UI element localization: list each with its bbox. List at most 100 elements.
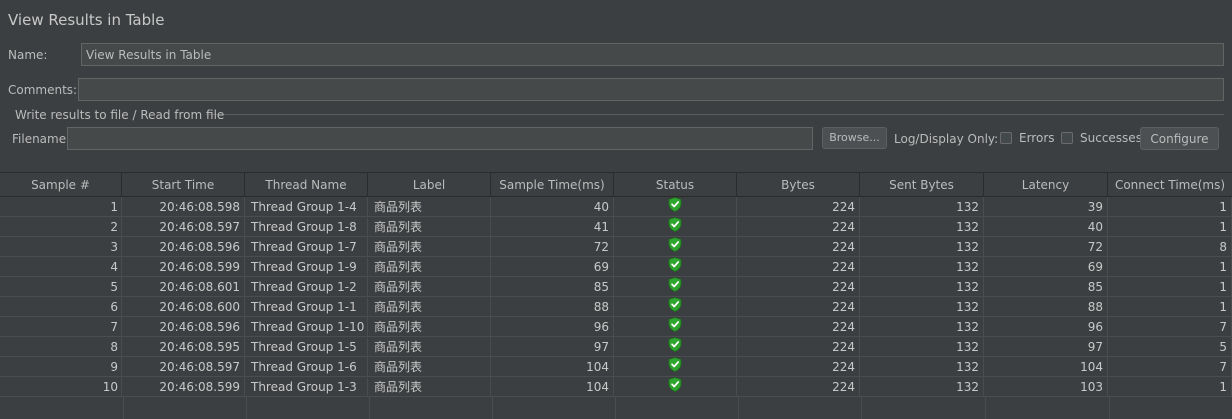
col-header-start-time[interactable]: Start Time	[122, 173, 245, 197]
shield-check-icon	[668, 217, 682, 237]
grid-line	[369, 397, 370, 419]
table-row[interactable]: 4 20:46:08.599 Thread Group 1-9 商品列表 69 224 13…	[0, 257, 1232, 277]
cell-start-time: 20:46:08.600	[122, 297, 245, 317]
cell-label: 商品列表	[368, 357, 491, 377]
cell-thread-name: Thread Group 1-1	[245, 297, 368, 317]
col-header-latency[interactable]: Latency	[984, 173, 1108, 197]
cell-label: 商品列表	[368, 237, 491, 257]
cell-label: 商品列表	[368, 257, 491, 277]
successes-checkbox[interactable]	[1061, 132, 1073, 144]
table-row[interactable]: 5 20:46:08.601 Thread Group 1-2 商品列表 85 224 13…	[0, 277, 1232, 297]
col-header-thread-name[interactable]: Thread Name	[245, 173, 368, 197]
cell-bytes: 224	[737, 277, 860, 297]
col-header-sample[interactable]: Sample #	[0, 173, 122, 197]
shield-check-icon	[668, 357, 682, 377]
cell-status	[614, 297, 737, 317]
browse-button[interactable]: Browse...	[822, 127, 887, 149]
cell-status	[614, 357, 737, 377]
filename-label: Filename	[12, 132, 67, 146]
cell-thread-name: Thread Group 1-5	[245, 337, 368, 357]
cell-latency: 97	[984, 337, 1108, 357]
cell-connect-time: 1	[1108, 277, 1232, 297]
cell-thread-name: Thread Group 1-2	[245, 277, 368, 297]
cell-bytes: 224	[737, 317, 860, 337]
cell-latency: 103	[984, 377, 1108, 397]
cell-connect-time: 8	[1108, 237, 1232, 257]
cell-sample: 6	[0, 297, 122, 317]
cell-connect-time: 1	[1108, 297, 1232, 317]
filename-field[interactable]	[67, 127, 813, 150]
grid-line	[985, 397, 986, 419]
cell-sent-bytes: 132	[860, 257, 984, 277]
cell-latency: 96	[984, 317, 1108, 337]
configure-button[interactable]: Configure	[1140, 127, 1219, 150]
comments-field[interactable]	[78, 78, 1224, 101]
shield-check-icon	[668, 237, 682, 257]
cell-thread-name: Thread Group 1-8	[245, 217, 368, 237]
cell-status	[614, 237, 737, 257]
cell-status	[614, 377, 737, 397]
cell-sample-time: 88	[491, 297, 614, 317]
shield-check-icon	[668, 337, 682, 357]
shield-check-icon	[668, 297, 682, 317]
table-row[interactable]: 8 20:46:08.595 Thread Group 1-5 商品列表 97 224 13…	[0, 337, 1232, 357]
cell-sent-bytes: 132	[860, 297, 984, 317]
results-table-body: 1 20:46:08.598 Thread Group 1-4 商品列表 40 224 13…	[0, 197, 1232, 419]
cell-sample: 3	[0, 237, 122, 257]
col-header-status[interactable]: Status	[614, 173, 737, 197]
shield-check-icon	[668, 277, 682, 297]
cell-sample-time: 104	[491, 357, 614, 377]
col-header-bytes[interactable]: Bytes	[737, 173, 860, 197]
grid-line	[123, 397, 124, 419]
table-row[interactable]: 3 20:46:08.596 Thread Group 1-7 商品列表 72 224 13…	[0, 237, 1232, 257]
cell-sent-bytes: 132	[860, 197, 984, 217]
cell-sample: 9	[0, 357, 122, 377]
table-row[interactable]: 2 20:46:08.597 Thread Group 1-8 商品列表 41 224 13…	[0, 217, 1232, 237]
table-row[interactable]: 7 20:46:08.596 Thread Group 1-10 商品列表 96 224 1…	[0, 317, 1232, 337]
cell-sample-time: 104	[491, 377, 614, 397]
cell-start-time: 20:46:08.597	[122, 357, 245, 377]
cell-latency: 40	[984, 217, 1108, 237]
cell-status	[614, 337, 737, 357]
cell-start-time: 20:46:08.598	[122, 197, 245, 217]
cell-bytes: 224	[737, 297, 860, 317]
panel-title: View Results in Table	[8, 11, 165, 29]
col-header-sample-time[interactable]: Sample Time(ms)	[491, 173, 614, 197]
table-row[interactable]: 1 20:46:08.598 Thread Group 1-4 商品列表 40 224 13…	[0, 197, 1232, 217]
cell-sample-time: 85	[491, 277, 614, 297]
results-table-header: Sample # Start Time Thread Name Label Sa…	[0, 172, 1232, 197]
cell-label: 商品列表	[368, 217, 491, 237]
errors-checkbox[interactable]	[1000, 132, 1012, 144]
cell-label: 商品列表	[368, 297, 491, 317]
shield-check-icon	[668, 197, 682, 217]
cell-sample-time: 40	[491, 197, 614, 217]
cell-thread-name: Thread Group 1-4	[245, 197, 368, 217]
cell-sample-time: 41	[491, 217, 614, 237]
col-header-sent-bytes[interactable]: Sent Bytes	[860, 173, 984, 197]
cell-sample: 8	[0, 337, 122, 357]
cell-bytes: 224	[737, 197, 860, 217]
col-header-label[interactable]: Label	[368, 173, 491, 197]
cell-bytes: 224	[737, 337, 860, 357]
cell-status	[614, 317, 737, 337]
cell-sample: 2	[0, 217, 122, 237]
cell-bytes: 224	[737, 377, 860, 397]
grid-line	[1109, 397, 1110, 419]
cell-sample: 7	[0, 317, 122, 337]
cell-sent-bytes: 132	[860, 277, 984, 297]
table-row[interactable]: 10 20:46:08.599 Thread Group 1-3 商品列表 104 224…	[0, 377, 1232, 397]
shield-check-icon	[668, 377, 682, 397]
log-display-label: Log/Display Only:	[894, 132, 999, 146]
cell-sent-bytes: 132	[860, 337, 984, 357]
grid-line	[492, 397, 493, 419]
cell-latency: 72	[984, 237, 1108, 257]
col-header-connect-time[interactable]: Connect Time(ms)	[1108, 173, 1232, 197]
table-row[interactable]: 9 20:46:08.597 Thread Group 1-6 商品列表 104 224 1…	[0, 357, 1232, 377]
cell-sent-bytes: 132	[860, 217, 984, 237]
cell-latency: 88	[984, 297, 1108, 317]
cell-sample: 1	[0, 197, 122, 217]
table-row[interactable]: 6 20:46:08.600 Thread Group 1-1 商品列表 88 224 13…	[0, 297, 1232, 317]
cell-bytes: 224	[737, 217, 860, 237]
cell-sent-bytes: 132	[860, 357, 984, 377]
name-field[interactable]	[81, 43, 1224, 66]
